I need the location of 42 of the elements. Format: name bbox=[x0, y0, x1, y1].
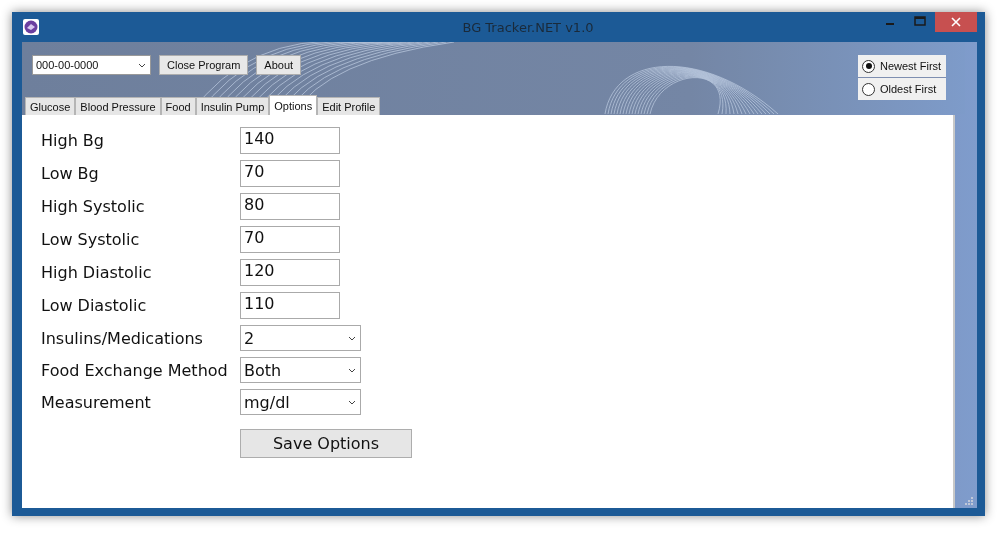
tab[interactable]: Glucose bbox=[25, 97, 76, 115]
field-label: High Systolic bbox=[41, 197, 145, 216]
input-field[interactable]: 110 bbox=[240, 292, 340, 319]
maximize-icon[interactable] bbox=[914, 16, 926, 26]
chevron-icon bbox=[348, 335, 356, 341]
radio-label: Oldest First bbox=[880, 83, 937, 95]
close-button[interactable] bbox=[935, 12, 977, 32]
input-field[interactable]: 80 bbox=[240, 193, 340, 220]
tab[interactable]: Insulin Pump bbox=[195, 97, 270, 115]
field-label: Low Diastolic bbox=[41, 296, 147, 315]
field-label: Food Exchange Method bbox=[41, 360, 228, 380]
field-label: Low Bg bbox=[41, 164, 99, 183]
input-field[interactable]: 120 bbox=[240, 259, 340, 286]
field-label: Measurement bbox=[41, 392, 151, 412]
field-label: Low Systolic bbox=[41, 230, 140, 249]
close-icon bbox=[951, 17, 961, 27]
input-field[interactable]: 70 bbox=[240, 160, 340, 187]
field-label: Insulins/Medications bbox=[41, 328, 203, 348]
close-program-button[interactable]: Close Program bbox=[159, 55, 249, 75]
app-icon bbox=[23, 19, 39, 35]
tab[interactable]: Edit Profile bbox=[317, 97, 381, 115]
tab[interactable]: Food bbox=[160, 97, 196, 115]
sort-radio[interactable]: Newest First bbox=[858, 55, 946, 78]
patient-dropdown[interactable]: 000-00-0000 bbox=[32, 55, 151, 75]
dropdown-field[interactable]: Both bbox=[240, 357, 361, 383]
field-label: High Diastolic bbox=[41, 263, 152, 282]
field-label: High Bg bbox=[41, 131, 104, 150]
chevron-icon bbox=[348, 367, 356, 373]
input-field[interactable]: 70 bbox=[240, 226, 340, 253]
resize-grip-icon[interactable] bbox=[965, 497, 974, 506]
sort-radio[interactable]: Oldest First bbox=[858, 78, 946, 100]
radio-label: Newest First bbox=[880, 60, 942, 72]
window-title: BG Tracker.NET v1.0 bbox=[461, 19, 594, 35]
tab[interactable]: Blood Pressure bbox=[75, 97, 161, 115]
chevron-icon bbox=[138, 62, 146, 68]
tab[interactable]: Options bbox=[269, 95, 318, 115]
save-options-button[interactable]: Save Options bbox=[240, 429, 412, 458]
dropdown-field[interactable]: 2 bbox=[240, 325, 361, 351]
about-button[interactable]: About bbox=[256, 55, 302, 75]
dropdown-field[interactable]: mg/dl bbox=[240, 389, 361, 415]
input-field[interactable]: 140 bbox=[240, 127, 340, 154]
chevron-icon bbox=[348, 399, 356, 405]
